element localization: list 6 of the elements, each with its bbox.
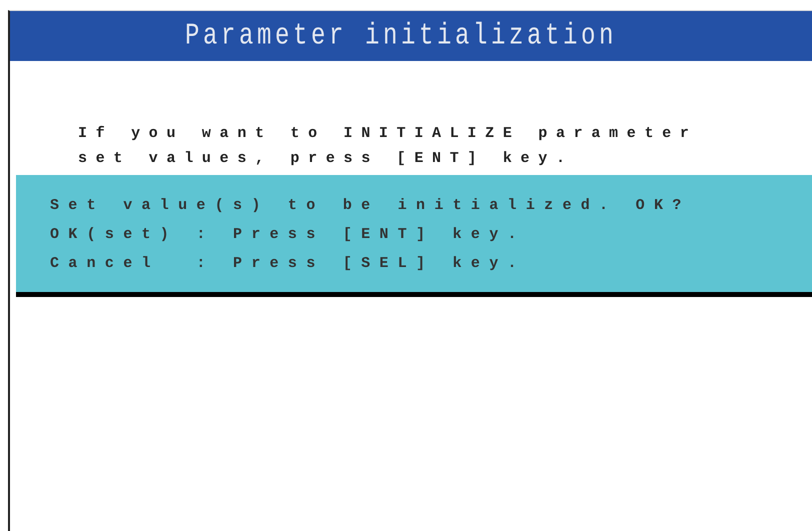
dialog-text: Cancel : Press [SEL] key. [50, 255, 527, 272]
instruction-text: If you want to INITIALIZE parameter [78, 125, 699, 142]
instruction-text: set values, press [ENT] key. [78, 150, 575, 167]
screen-title: Parameter initialization [184, 19, 618, 53]
dialog-text: Set value(s) to be initialized. OK? [50, 197, 692, 214]
dialog-text: OK(set) : Press [ENT] key. [50, 226, 527, 243]
